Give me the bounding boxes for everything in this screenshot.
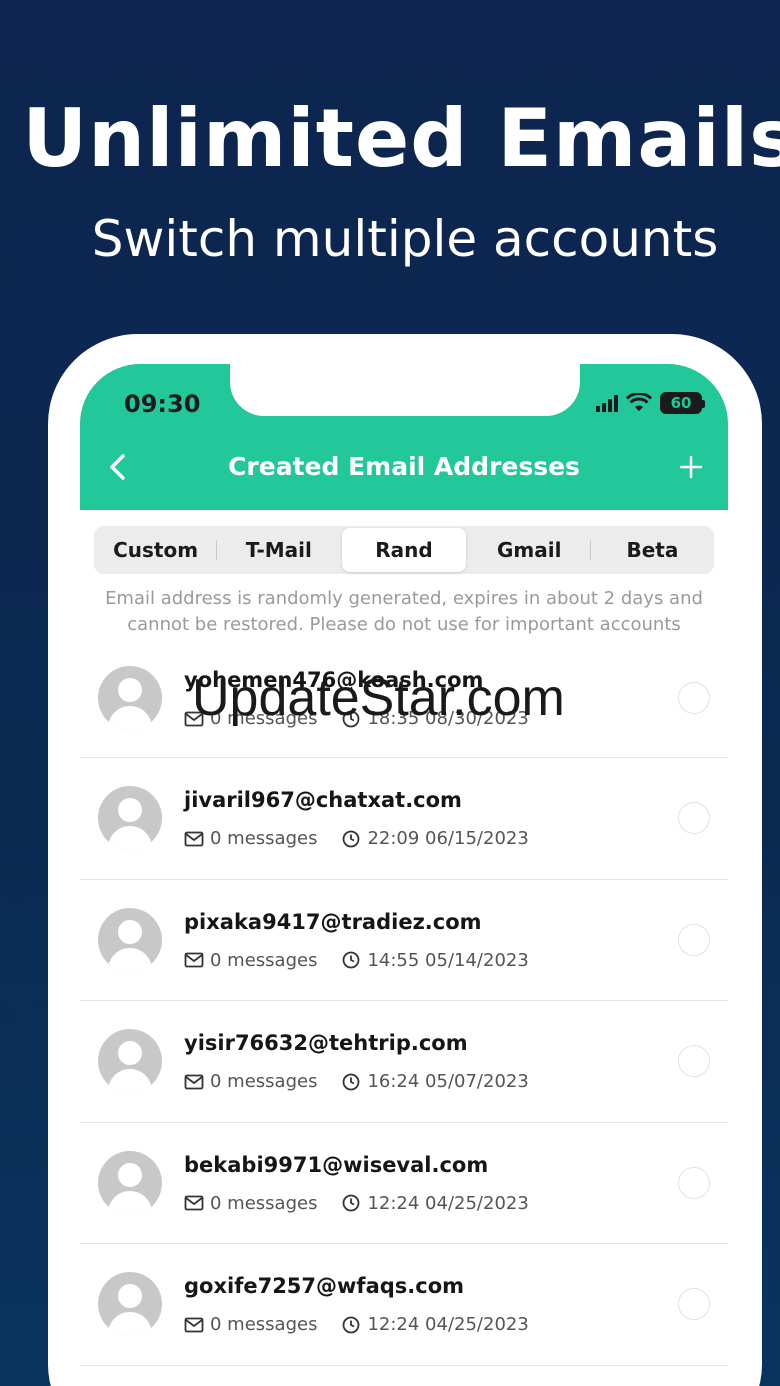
list-item[interactable]: yisir76632@tehtrip.com 0 messages 16:24 … bbox=[80, 1001, 728, 1123]
phone-notch bbox=[230, 364, 580, 416]
tab-gmail[interactable]: Gmail bbox=[468, 528, 592, 572]
phone-screen: 09:30 60 Created Email Addresses Custom … bbox=[80, 364, 728, 1386]
select-radio[interactable] bbox=[678, 1288, 710, 1321]
created-datetime: 12:24 04/25/2023 bbox=[367, 1314, 529, 1336]
email-address: pixaka9417@tradiez.com bbox=[184, 909, 482, 934]
list-item[interactable]: goxife7257@wfaqs.com 0 messages 12:24 04… bbox=[80, 1244, 728, 1366]
avatar bbox=[98, 666, 162, 730]
notice-text: Email address is randomly generated, exp… bbox=[105, 588, 703, 635]
tab-t-mail[interactable]: T-Mail bbox=[217, 528, 340, 572]
email-address: yisir76632@tehtrip.com bbox=[184, 1031, 468, 1056]
provider-tabs: Custom T-Mail Rand Gmail Beta bbox=[94, 526, 714, 574]
clock-icon bbox=[343, 1194, 360, 1212]
app-header: 09:30 60 Created Email Addresses bbox=[80, 364, 728, 510]
avatar bbox=[98, 1272, 162, 1337]
avatar bbox=[98, 907, 162, 972]
watermark: UpdateStar.com bbox=[192, 669, 565, 727]
list-item[interactable]: pixaka9417@tradiez.com 0 messages 14:55 … bbox=[80, 880, 728, 1002]
clock-icon bbox=[343, 951, 360, 969]
select-radio[interactable] bbox=[678, 802, 710, 834]
avatar bbox=[98, 1029, 162, 1094]
promo-headline: Unlimited Emails bbox=[22, 92, 780, 185]
email-address: bekabi9971@wiseval.com bbox=[184, 1152, 489, 1177]
mail-icon bbox=[184, 1195, 204, 1211]
avatar bbox=[98, 1150, 162, 1215]
created-datetime: 12:24 04/25/2023 bbox=[367, 1192, 529, 1214]
created-datetime: 16:24 05/07/2023 bbox=[367, 1071, 529, 1093]
promo-subline: Switch multiple accounts bbox=[91, 210, 719, 268]
created-datetime: 22:09 06/15/2023 bbox=[367, 828, 529, 849]
email-meta: 0 messages 14:55 05/14/2023 bbox=[184, 950, 529, 971]
add-email-button[interactable] bbox=[676, 452, 706, 482]
message-count: 0 messages bbox=[210, 1071, 318, 1093]
select-radio[interactable] bbox=[678, 923, 710, 956]
page-title: Created Email Addresses bbox=[228, 452, 580, 481]
tab-beta[interactable]: Beta bbox=[591, 528, 714, 572]
email-meta: 0 messages 12:24 04/25/2023 bbox=[184, 1193, 529, 1214]
created-datetime: 14:55 05/14/2023 bbox=[367, 949, 529, 971]
signal-icon bbox=[596, 394, 618, 412]
mail-icon bbox=[184, 1074, 204, 1090]
message-count: 0 messages bbox=[210, 1192, 318, 1214]
clock-icon bbox=[343, 830, 360, 847]
email-list: yohemen476@koash.com 0 messages 18:35 08… bbox=[80, 638, 728, 1366]
email-meta: 0 messages 22:09 06/15/2023 bbox=[184, 828, 529, 849]
mail-icon bbox=[184, 1317, 204, 1333]
email-address: goxife7257@wfaqs.com bbox=[184, 1274, 465, 1299]
tab-rand[interactable]: Rand bbox=[342, 528, 466, 572]
list-item[interactable]: jivaril967@chatxat.com 0 messages 22:09 … bbox=[80, 758, 728, 880]
mail-icon bbox=[184, 831, 204, 846]
plus-icon bbox=[679, 455, 703, 479]
tab-custom[interactable]: Custom bbox=[94, 528, 218, 572]
battery-level: 60 bbox=[670, 394, 692, 412]
wifi-icon bbox=[626, 393, 652, 411]
list-item[interactable]: bekabi9971@wiseval.com 0 messages 12:24 … bbox=[80, 1123, 728, 1245]
select-radio[interactable] bbox=[678, 682, 710, 714]
avatar bbox=[98, 786, 162, 850]
select-radio[interactable] bbox=[678, 1045, 710, 1078]
select-radio[interactable] bbox=[678, 1166, 710, 1199]
battery-icon: 60 bbox=[660, 392, 705, 414]
status-icons: 60 bbox=[596, 392, 705, 414]
email-address: jivaril967@chatxat.com bbox=[184, 788, 462, 812]
mail-icon bbox=[184, 952, 204, 968]
message-count: 0 messages bbox=[210, 1314, 318, 1336]
status-time: 09:30 bbox=[124, 390, 201, 418]
clock-icon bbox=[343, 1073, 360, 1091]
clock-icon bbox=[343, 1316, 360, 1334]
email-meta: 0 messages 12:24 04/25/2023 bbox=[184, 1314, 529, 1335]
message-count: 0 messages bbox=[210, 949, 318, 971]
email-meta: 0 messages 16:24 05/07/2023 bbox=[184, 1071, 529, 1092]
message-count: 0 messages bbox=[210, 828, 318, 849]
